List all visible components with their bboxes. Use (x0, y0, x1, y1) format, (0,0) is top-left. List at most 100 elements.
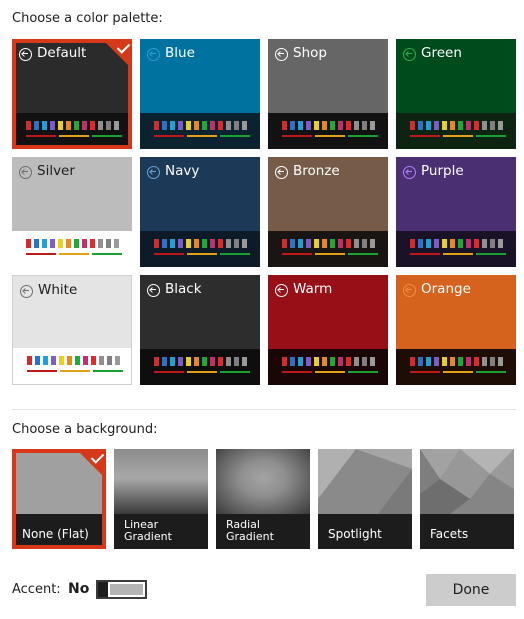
color-swatch (418, 239, 423, 248)
color-swatch (490, 239, 495, 248)
color-swatch (98, 121, 103, 130)
color-swatch (490, 357, 495, 366)
palette-tile-green[interactable]: Green (396, 39, 516, 149)
color-swatch (67, 356, 72, 365)
color-line (348, 135, 378, 137)
palette-tile-black[interactable]: Black (140, 275, 260, 385)
color-swatch (426, 121, 431, 130)
color-swatch (194, 239, 199, 248)
palette-name: White (38, 282, 78, 298)
palette-tile-purple[interactable]: Purple (396, 157, 516, 267)
color-swatch (354, 239, 359, 248)
palette-tile-white[interactable]: White (12, 275, 132, 385)
color-swatch (474, 121, 479, 130)
color-line (187, 253, 217, 255)
color-swatch (474, 357, 479, 366)
background-option-label: Spotlight (328, 527, 382, 541)
color-swatch (154, 357, 159, 366)
palette-tile-blue[interactable]: Blue (140, 39, 260, 149)
palette-preview-bar (396, 113, 516, 149)
background-label-bar: None (Flat) (12, 514, 106, 549)
palette-tile-orange[interactable]: Orange (396, 275, 516, 385)
color-swatch (346, 121, 351, 130)
palette-tile-warm[interactable]: Warm (268, 275, 388, 385)
palette-name: Silver (37, 163, 75, 179)
color-swatch (234, 239, 239, 248)
palette-preview-bar (396, 231, 516, 267)
done-button[interactable]: Done (426, 574, 516, 606)
color-swatch (114, 121, 119, 130)
color-swatch (242, 121, 247, 130)
color-swatch (362, 357, 367, 366)
background-options: None (Flat) Linear Gradient Radial Gradi… (12, 449, 516, 549)
palette-name: Green (421, 45, 462, 61)
background-option-radial[interactable]: Radial Gradient (216, 449, 310, 549)
color-swatch (34, 121, 39, 130)
color-swatch (330, 357, 335, 366)
palette-tile-silver[interactable]: Silver (12, 157, 132, 267)
color-swatch (210, 121, 215, 130)
color-swatches (282, 239, 378, 248)
color-swatch (115, 356, 120, 365)
color-swatch (58, 239, 63, 248)
color-swatch (370, 121, 375, 130)
color-swatch (282, 239, 287, 248)
color-swatch (50, 121, 55, 130)
color-line (220, 371, 250, 373)
accent-toggle[interactable] (96, 580, 147, 599)
background-option-flat[interactable]: None (Flat) (12, 449, 106, 549)
color-swatch (282, 121, 287, 130)
palette-tile-default[interactable]: Default (12, 39, 132, 149)
color-swatch (154, 239, 159, 248)
color-swatch (186, 121, 191, 130)
color-swatch (322, 357, 327, 366)
color-swatch (35, 356, 40, 365)
color-swatch (202, 239, 207, 248)
color-swatch (26, 239, 31, 248)
color-swatches (26, 239, 122, 248)
color-lines (26, 135, 122, 137)
color-swatch (194, 121, 199, 130)
background-option-linear[interactable]: Linear Gradient (114, 449, 208, 549)
color-swatch (170, 357, 175, 366)
color-swatch (482, 239, 487, 248)
back-arrow-icon (19, 166, 32, 179)
color-swatch (354, 357, 359, 366)
color-swatch (90, 239, 95, 248)
color-swatch (218, 121, 223, 130)
palette-tile-navy[interactable]: Navy (140, 157, 260, 267)
color-swatch (330, 239, 335, 248)
color-swatch (354, 121, 359, 130)
color-swatch (330, 121, 335, 130)
color-swatch (450, 239, 455, 248)
color-line (315, 253, 345, 255)
color-line (26, 253, 56, 255)
color-line (410, 135, 440, 137)
color-line (154, 371, 184, 373)
back-arrow-icon (147, 48, 160, 61)
color-swatch (186, 239, 191, 248)
color-swatch (178, 121, 183, 130)
color-swatch (306, 121, 311, 130)
palette-tile-bronze[interactable]: Bronze (268, 157, 388, 267)
radial-gradient-preview (216, 449, 310, 514)
color-swatch (474, 239, 479, 248)
color-swatch (234, 121, 239, 130)
background-label-bar: Facets (420, 514, 514, 549)
color-swatch (91, 356, 96, 365)
color-swatch (290, 121, 295, 130)
color-swatch (362, 239, 367, 248)
color-swatch (234, 357, 239, 366)
background-label-bar: Spotlight (318, 514, 412, 549)
palette-tile-shop[interactable]: Shop (268, 39, 388, 149)
color-swatch (162, 239, 167, 248)
background-option-spotlight[interactable]: Spotlight (318, 449, 412, 549)
color-line (476, 135, 506, 137)
background-option-facets[interactable]: Facets (420, 449, 514, 549)
color-swatch (458, 357, 463, 366)
palette-name: Default (37, 45, 87, 61)
color-swatch (162, 121, 167, 130)
color-line (282, 371, 312, 373)
color-swatch (362, 121, 367, 130)
palette-preview-bar (140, 231, 260, 267)
